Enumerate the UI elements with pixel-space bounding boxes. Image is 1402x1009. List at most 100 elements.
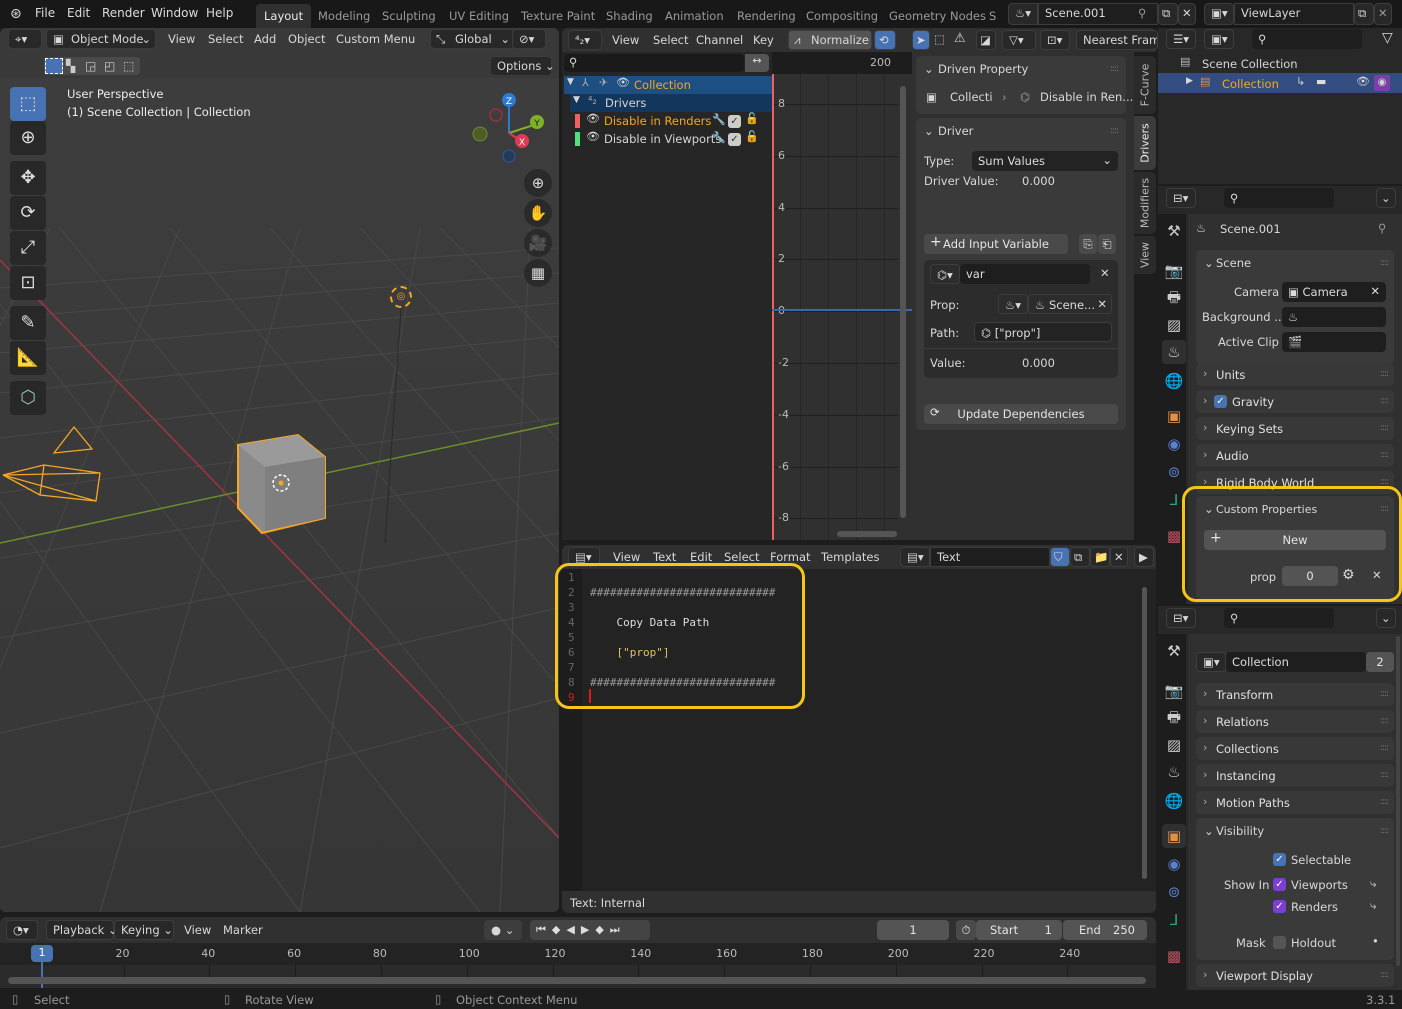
remove-variable-icon[interactable]: ✕ (1100, 266, 1110, 280)
gizmo-neg-y[interactable] (472, 126, 488, 142)
playhead[interactable]: 1 (31, 945, 53, 962)
gizmo-neg-x[interactable] (489, 108, 503, 122)
outliner-item-scene-collection[interactable]: ▤ Scene Collection (1158, 54, 1402, 72)
prev-keyframe-icon[interactable]: ◆ (552, 923, 566, 936)
fake-user-shield-icon[interactable]: ⛉ (1050, 547, 1070, 567)
tab-animation[interactable]: Animation (657, 4, 732, 28)
timeline-area[interactable]: 20 40 60 80 100 120 140 160 180 200 220 240 1 (0, 943, 1156, 988)
drag-handle-icon[interactable]: :::: (1380, 423, 1389, 433)
end-frame-field[interactable]: End 250 (1063, 920, 1147, 940)
keyframe-dot-icon[interactable]: • (1372, 934, 1379, 948)
cube-object[interactable] (230, 433, 330, 543)
tool-tab-icon[interactable]: ⚒ (1162, 219, 1186, 243)
viewlayer-name-field[interactable]: ViewLayer (1234, 3, 1354, 25)
outliner-search-field[interactable]: ⚲ (1252, 29, 1362, 49)
pan-hand-icon[interactable]: ✋ (524, 199, 552, 227)
perspective-grid-icon[interactable]: ▦ (524, 259, 552, 287)
menu-render[interactable]: Render (102, 6, 145, 20)
play-icon[interactable]: ▶ (581, 923, 595, 936)
prop-id-field[interactable]: ♨ Scene... ✕ (1028, 294, 1112, 314)
mute-checkbox[interactable]: ✓ (728, 115, 741, 128)
properties-scrollbar[interactable] (1396, 636, 1400, 966)
box-select-icon[interactable]: ⬚ (934, 32, 945, 46)
drivers-editor-type-icon[interactable]: ⁴₂▾ (568, 30, 602, 50)
text-name-field[interactable]: Text (930, 547, 1050, 567)
drag-handle-icon[interactable]: :::: (1380, 258, 1389, 268)
annotate-tool-icon[interactable]: ✎ (10, 306, 46, 340)
panel-chevron-icon[interactable]: ⌄ (924, 62, 934, 76)
filter-dropdown-icon[interactable]: ▽▾ (1002, 30, 1036, 50)
drag-handle-icon[interactable]: :::: (1380, 477, 1389, 487)
drag-handle-icon[interactable]: :::: (1380, 504, 1389, 514)
jump-end-icon[interactable]: ⏭ (610, 923, 626, 936)
panel-viewport-display[interactable]: › Viewport Display:::: (1196, 964, 1394, 987)
outliner-item-collection[interactable]: ▶ ▤ Collection ↳ ▬ 👁 ◉ (1158, 73, 1402, 93)
outliner-editor-type-icon[interactable]: ☰▾ (1166, 29, 1196, 49)
drag-handle-icon[interactable]: :::: (1380, 797, 1389, 807)
tab-fcurve[interactable]: F-Curve (1134, 56, 1156, 114)
properties-search-field[interactable]: ⚲ (1224, 608, 1334, 628)
text-scrollbar[interactable] (1142, 587, 1147, 879)
channel-disable-in-renders[interactable]: 👁 Disable in Renders 🔧 ✓ 🔓 (570, 112, 772, 130)
swap-icon[interactable]: ↔ (745, 54, 769, 72)
driver-type-dropdown[interactable]: Sum Values ⌄ (972, 151, 1118, 171)
delete-viewlayer-icon[interactable]: ✕ (1374, 3, 1392, 25)
expand-arrow-icon[interactable]: ▼ (567, 77, 574, 87)
panel-rigid-body-world[interactable]: › Rigid Body World:::: (1196, 471, 1394, 494)
scene-selector-icon[interactable]: ♨▾ (1008, 3, 1038, 25)
vertical-scrollbar[interactable] (900, 86, 906, 518)
transform-tool-icon[interactable]: ⊡ (10, 266, 46, 300)
user-count[interactable]: 2 (1366, 652, 1394, 672)
auto-normalize-icon[interactable]: ⟲ (874, 30, 896, 50)
texture-tab-icon[interactable]: ▩ (1162, 524, 1186, 548)
scene-tab-icon[interactable]: ♨ (1162, 760, 1186, 784)
jump-start-icon[interactable]: ⏮ (536, 923, 552, 936)
channel-collection[interactable]: ▼ ⅄ ✈ 👁 Collection (564, 76, 772, 94)
pin-icon[interactable]: ⚲ (1138, 6, 1146, 20)
rotate-tool-icon[interactable]: ⟳ (10, 196, 46, 230)
collection-box-icon[interactable]: ▬ (1316, 75, 1326, 88)
panel-chevron-icon[interactable]: ⌄ (1204, 502, 1214, 516)
collection-type-icon[interactable]: ▣▾ (1196, 652, 1226, 672)
lock-icon[interactable]: 🔓 (745, 112, 759, 125)
menu-edit[interactable]: Edit (67, 6, 90, 20)
drag-handle-icon[interactable]: :::: (1110, 126, 1119, 136)
render-tab-icon[interactable]: 📷 (1162, 259, 1186, 283)
camera-field[interactable]: ▣ Camera ✕ (1282, 282, 1386, 302)
drag-handle-icon[interactable]: :::: (1380, 396, 1389, 406)
path-field[interactable]: ⌬ ["prop"] (974, 322, 1112, 342)
start-frame-field[interactable]: Start 1 (976, 920, 1062, 940)
view-layer-tab-icon[interactable]: ▨ (1162, 733, 1186, 757)
panel-title[interactable]: Visibility (1216, 824, 1264, 838)
selectable-checkbox[interactable]: ✓ (1273, 853, 1286, 866)
tab-geometry-nodes[interactable]: Geometry Nodes (881, 4, 994, 28)
play-reverse-icon[interactable]: ◀ (566, 923, 580, 936)
move-tool-icon[interactable]: ✥ (10, 161, 46, 195)
text-menu-view[interactable]: View (613, 550, 640, 564)
warning-icon[interactable]: ⚠ (954, 31, 966, 46)
text-menu-select[interactable]: Select (724, 550, 759, 564)
panel-gravity[interactable]: › ✓ Gravity:::: (1196, 390, 1394, 413)
gizmo-neg-z[interactable] (502, 149, 516, 163)
data-tab-icon[interactable]: ⅃ (1162, 908, 1186, 932)
panel-title[interactable]: Driver (938, 124, 973, 138)
constraints-tab-icon[interactable]: ⊚ (1162, 460, 1186, 484)
gravity-checkbox[interactable]: ✓ (1214, 395, 1227, 408)
panel-keying-sets[interactable]: › Keying Sets:::: (1196, 417, 1394, 440)
physics-tab-icon[interactable]: ◉ (1162, 432, 1186, 456)
mode-selector[interactable]: Object Mode ▣ ⌄ (46, 29, 156, 49)
light-object[interactable]: ◎ (390, 286, 412, 308)
eye-icon[interactable]: 👁 (586, 130, 600, 143)
drivers-menu-view[interactable]: View (612, 33, 639, 47)
background-field[interactable]: ♨ (1282, 307, 1386, 327)
add-input-variable-button[interactable]: + Add Input Variable (924, 234, 1068, 254)
timeline-menu-marker[interactable]: Marker (223, 923, 263, 937)
update-dependencies-button[interactable]: ⟳ Update Dependencies (924, 404, 1118, 424)
tab-sculpting[interactable]: Sculpting (374, 4, 444, 28)
texture-tab-icon[interactable]: ▩ (1162, 944, 1186, 968)
panel-chevron-icon[interactable]: ⌄ (1204, 824, 1214, 838)
timeline-scrollbar[interactable] (8, 977, 1146, 984)
pivot-dropdown[interactable]: ⊘▾ (512, 29, 546, 49)
editor-type-icon[interactable]: ⌖▾ (8, 29, 42, 49)
options-chevron-icon[interactable]: ⌄ (1376, 608, 1396, 628)
